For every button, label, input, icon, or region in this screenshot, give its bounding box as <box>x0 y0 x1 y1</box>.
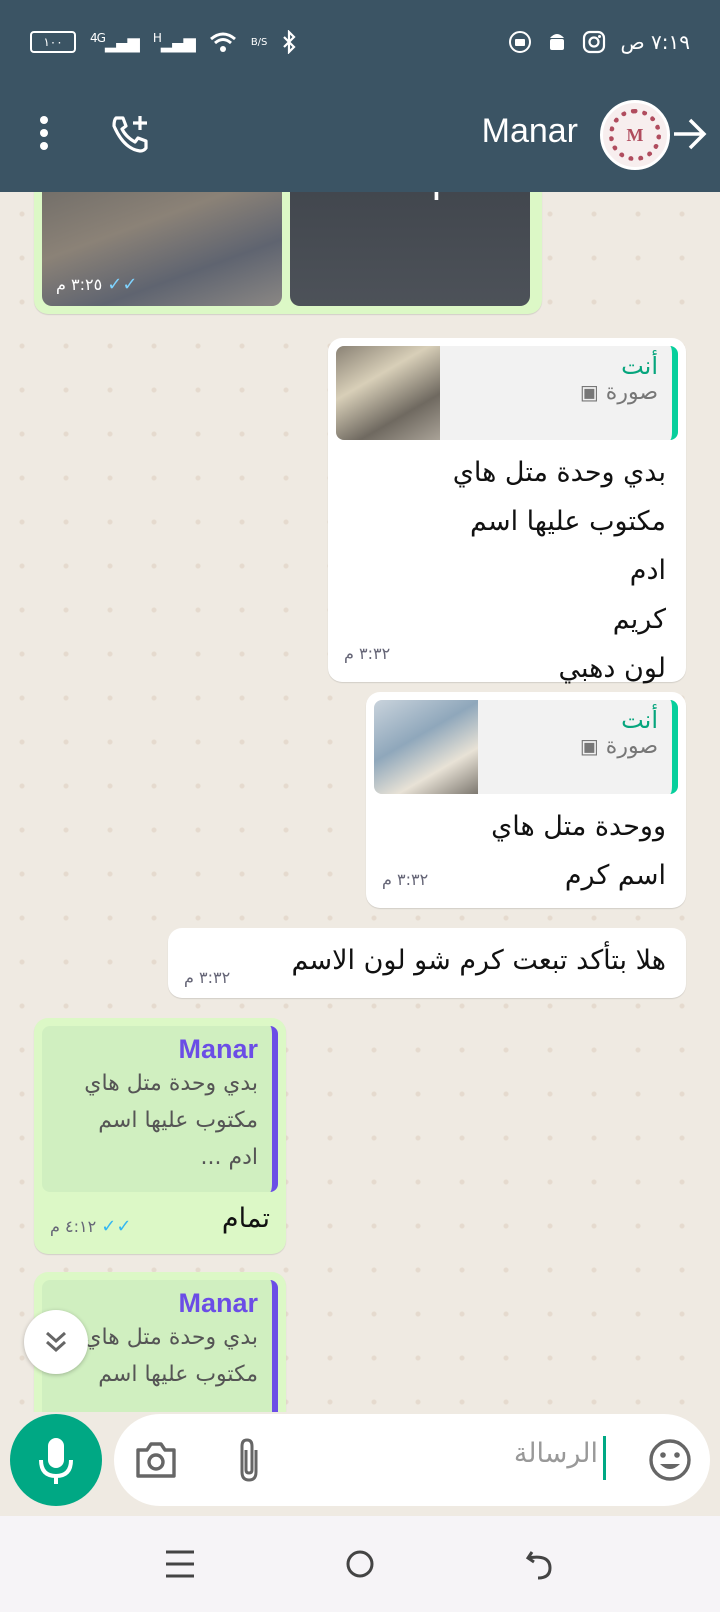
home-icon[interactable] <box>336 1540 384 1588</box>
text-cursor <box>603 1436 606 1480</box>
contact-name[interactable]: Manar <box>482 112 578 151</box>
camera-icon[interactable] <box>134 1440 178 1480</box>
emoji-icon[interactable] <box>648 1438 692 1482</box>
more-options-icon[interactable] <box>34 116 54 156</box>
message-time: ٣:٣٢ م <box>344 644 391 663</box>
quote-sender: أنت <box>621 352 658 380</box>
chat-header: ١٠٠ 4G▂▄▆ H▂▄▆ B/S ٧:١٩ ص Manar M <box>0 0 720 192</box>
quoted-image-thumbnail <box>374 700 478 794</box>
system-nav-bar <box>0 1516 720 1612</box>
wifi-icon <box>209 32 236 52</box>
clock: ٧:١٩ ص <box>620 30 690 54</box>
screen-record-icon <box>509 31 532 53</box>
android-icon <box>550 34 565 50</box>
incoming-message[interactable]: أنت صورة ▣ بدي وحدة متل هاي مكتوب عليها … <box>328 338 686 684</box>
add-call-icon[interactable] <box>108 112 152 156</box>
message-time: ٤:١٢ م <box>50 1217 97 1236</box>
quoted-image-thumbnail <box>336 346 440 440</box>
signal-4g-icon: 4G▂▄▆ <box>90 31 140 53</box>
microphone-icon <box>39 1438 73 1484</box>
chat-area[interactable]: + ✓✓ ٣:٢٥ م أنت صورة ▣ بدي وحدة متل هاي … <box>0 192 720 1412</box>
toolbar: Manar M <box>0 96 720 176</box>
outgoing-photo-message[interactable]: + ✓✓ ٣:٢٥ م <box>34 192 542 314</box>
quoted-message[interactable]: أنت صورة ▣ <box>336 346 678 440</box>
attachment-icon[interactable] <box>234 1436 264 1484</box>
quote-sender: Manar <box>178 1288 258 1318</box>
battery-icon: ١٠٠ <box>30 31 76 53</box>
quoted-message[interactable]: Manar بدي وحدة متل هاي مكتوب عليها اسم ا… <box>42 1026 278 1192</box>
speed-indicator: B/S <box>250 36 268 48</box>
voice-record-button[interactable] <box>10 1414 102 1506</box>
read-receipt-icon: ✓✓ <box>107 274 143 295</box>
image-icon: ▣ <box>579 734 599 758</box>
quoted-message[interactable]: أنت صورة ▣ <box>374 700 678 794</box>
message-text: ووحدة متل هاي اسم كرم <box>491 811 666 891</box>
image-icon: ▣ <box>579 380 599 404</box>
double-chevron-down-icon <box>46 1331 66 1353</box>
message-text: بدي وحدة متل هاي مكتوب عليها اسم ادم كري… <box>452 457 666 684</box>
recents-icon[interactable] <box>156 1540 204 1588</box>
status-bar: ١٠٠ 4G▂▄▆ H▂▄▆ B/S ٧:١٩ ص <box>30 22 690 62</box>
read-receipt-icon: ✓✓ <box>101 1216 137 1237</box>
instagram-icon <box>583 30 606 54</box>
scroll-to-bottom-button[interactable] <box>24 1310 88 1374</box>
back-arrow-icon[interactable] <box>670 112 710 156</box>
message-text: هلا بتأكد تبعت كرم شو لون الاسم <box>291 945 667 976</box>
incoming-message[interactable]: أنت صورة ▣ ووحدة متل هاي اسم كرم ٣:٣٢ م <box>366 692 686 908</box>
outgoing-message[interactable]: Manar بدي وحدة متل هاي مكتوب عليها اسم ا… <box>34 1018 286 1254</box>
message-placeholder: الرسالة <box>513 1438 598 1469</box>
message-input[interactable]: الرسالة <box>114 1414 710 1506</box>
incoming-message[interactable]: هلا بتأكد تبعت كرم شو لون الاسم ٣:٣٢ م <box>168 928 686 998</box>
quote-sender: أنت <box>621 706 658 734</box>
signal-h-icon: H▂▄▆ <box>152 31 196 53</box>
back-icon[interactable] <box>516 1540 564 1588</box>
bluetooth-icon <box>283 30 296 54</box>
photo-thumbnail[interactable]: + <box>290 192 530 306</box>
message-text: تمام <box>221 1203 270 1234</box>
message-time: ٣:٣٢ م <box>382 870 429 889</box>
quote-sender: Manar <box>178 1034 258 1064</box>
avatar[interactable]: M <box>600 100 670 170</box>
message-time: ٣:٣٢ م <box>184 968 231 987</box>
